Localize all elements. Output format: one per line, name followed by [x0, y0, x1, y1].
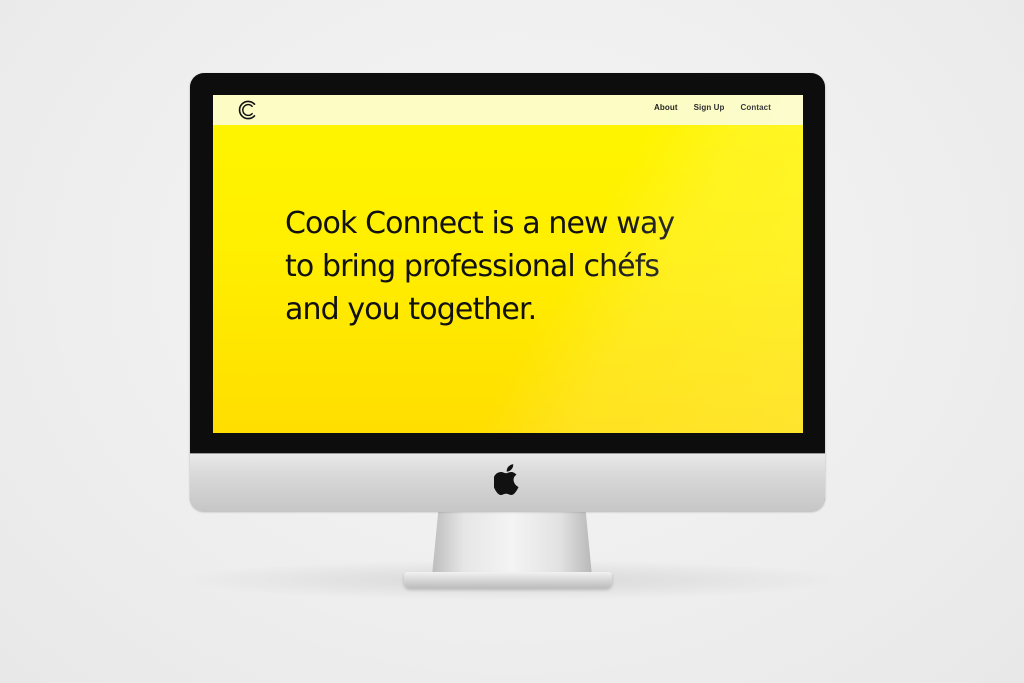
website-screen: About Sign Up Contact Cook Connect is a … — [213, 95, 803, 433]
monitor: About Sign Up Contact Cook Connect is a … — [190, 73, 825, 512]
site-header: About Sign Up Contact — [213, 95, 803, 125]
hero-line-2: to bring professional chéfs — [285, 249, 660, 284]
hero-line-1: Cook Connect is a new way — [285, 206, 675, 241]
monitor-stand-base — [404, 572, 612, 588]
nav-about-link[interactable]: About — [654, 103, 678, 112]
c-logo-icon[interactable] — [237, 99, 259, 121]
monitor-chin — [190, 453, 825, 512]
monitor-stand — [432, 510, 592, 576]
hero-line-3: and you together. — [285, 292, 537, 327]
site-nav: About Sign Up Contact — [654, 103, 771, 112]
apple-logo-icon — [492, 462, 522, 496]
hero-headline: Cook Connect is a new way to bring profe… — [285, 202, 755, 331]
nav-contact-link[interactable]: Contact — [741, 103, 771, 112]
nav-signup-link[interactable]: Sign Up — [694, 103, 725, 112]
scene: About Sign Up Contact Cook Connect is a … — [0, 0, 1024, 683]
